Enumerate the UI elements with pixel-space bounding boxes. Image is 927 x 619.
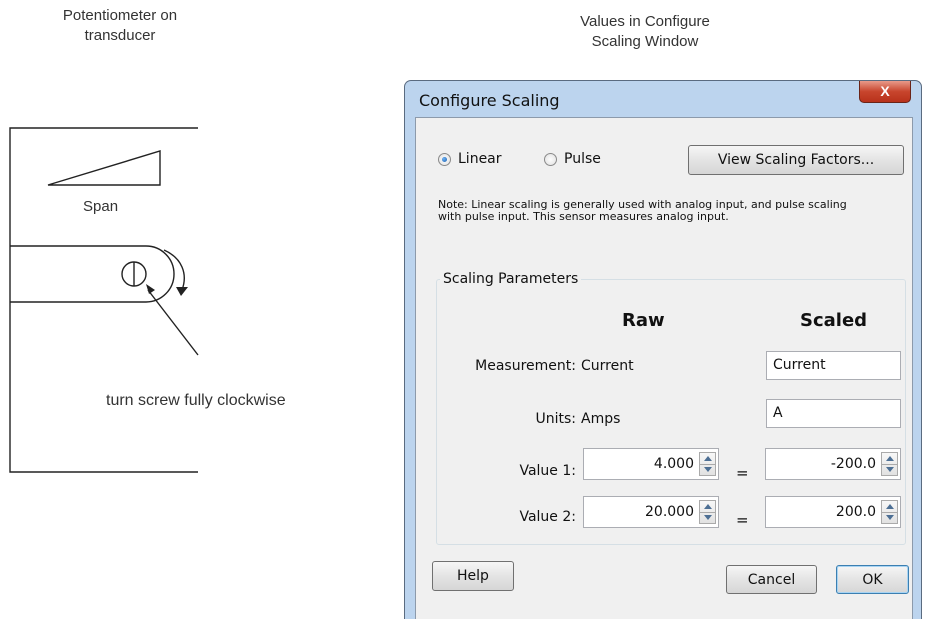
- screw-instruction: turn screw fully clockwise: [106, 392, 286, 409]
- close-button[interactable]: X: [859, 81, 911, 103]
- dialog-title: Configure Scaling: [419, 91, 560, 110]
- dialog-body: Linear Pulse View Scaling Factors... Not…: [415, 117, 913, 619]
- ok-button[interactable]: OK: [836, 565, 909, 594]
- value1-scaled-stepper[interactable]: -200.0: [765, 448, 901, 480]
- help-button[interactable]: Help: [432, 561, 514, 591]
- scaled-column-header: Scaled: [800, 310, 868, 331]
- radio-unchecked-icon[interactable]: [544, 152, 557, 166]
- scaling-parameters-label: Scaling Parameters: [440, 271, 582, 287]
- raw-column-header: Raw: [622, 310, 665, 331]
- caption-line: Scaling Window: [591, 33, 699, 50]
- value2-scaled-value[interactable]: 200.0: [836, 497, 876, 527]
- dialog-titlebar[interactable]: Configure Scaling X: [405, 81, 921, 116]
- pointer-arrow: [147, 289, 199, 356]
- value1-raw-value[interactable]: 4.000: [654, 449, 694, 479]
- equals-sign: =: [736, 511, 749, 529]
- spin-arrows-icon[interactable]: [881, 500, 898, 524]
- value1-raw-stepper[interactable]: 4.000: [583, 448, 719, 480]
- pulse-radio-label: Pulse: [564, 151, 601, 167]
- cancel-button[interactable]: Cancel: [726, 565, 817, 594]
- span-triangle: [47, 150, 161, 186]
- value2-scaled-stepper[interactable]: 200.0: [765, 496, 901, 528]
- value2-raw-value[interactable]: 20.000: [645, 497, 694, 527]
- dialog-caption: Values in Configure Scaling Window: [520, 12, 770, 52]
- value2-raw-stepper[interactable]: 20.000: [583, 496, 719, 528]
- spin-arrows-icon[interactable]: [699, 500, 716, 524]
- measurement-scaled-input[interactable]: Current: [766, 351, 901, 380]
- clockwise-arrowhead: [176, 287, 188, 296]
- configure-scaling-dialog: Configure Scaling X Linear Pulse View Sc…: [404, 80, 922, 619]
- radio-checked-icon[interactable]: [438, 152, 451, 166]
- linear-radio[interactable]: Linear: [438, 151, 502, 167]
- pulse-radio[interactable]: Pulse: [544, 151, 601, 167]
- value2-label: Value 2:: [519, 509, 576, 525]
- spin-arrows-icon[interactable]: [699, 452, 716, 476]
- value1-label: Value 1:: [519, 463, 576, 479]
- measurement-label: Measurement:: [475, 358, 576, 374]
- equals-sign: =: [736, 464, 749, 482]
- scaling-note: Note: Linear scaling is generally used w…: [438, 198, 847, 223]
- close-icon: X: [880, 83, 890, 99]
- units-raw-value: Amps: [581, 411, 621, 427]
- units-label: Units:: [535, 411, 576, 427]
- measurement-raw-value: Current: [581, 358, 634, 374]
- span-label: Span: [83, 198, 119, 215]
- view-scaling-factors-button[interactable]: View Scaling Factors...: [688, 145, 904, 175]
- pointer-arrowhead: [146, 284, 155, 294]
- caption-line: Values in Configure: [580, 13, 710, 30]
- spin-arrows-icon[interactable]: [881, 452, 898, 476]
- linear-radio-label: Linear: [458, 151, 502, 167]
- value1-scaled-value[interactable]: -200.0: [831, 449, 876, 479]
- potentiometer-diagram: [9, 127, 199, 473]
- transducer-outline: [9, 127, 198, 473]
- units-scaled-input[interactable]: A: [766, 399, 901, 428]
